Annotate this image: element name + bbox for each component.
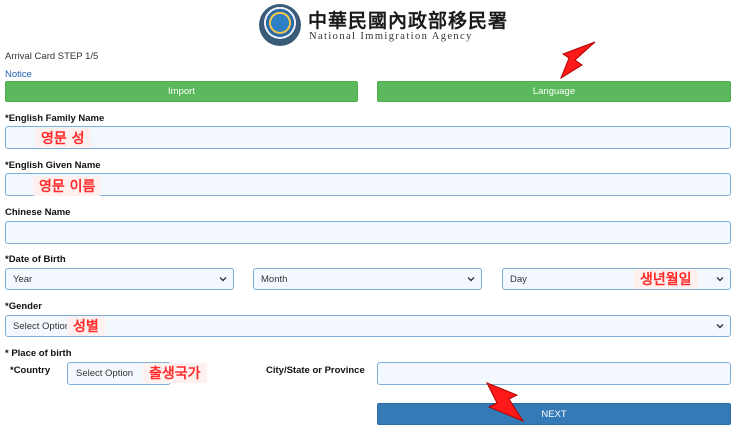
agency-name-english: National Immigration Agency (309, 31, 473, 42)
country-label: *Country (10, 365, 51, 376)
chevron-down-icon (219, 277, 227, 282)
gender-value: Select Option (13, 320, 71, 332)
dob-annotation: 생년월일 (634, 269, 698, 289)
given-name-annotation: 영문 이름 (33, 176, 102, 196)
city-label: City/State or Province (266, 365, 365, 376)
chevron-down-icon (716, 324, 724, 329)
dob-day-value: Day (510, 273, 527, 285)
agency-name-chinese: 中華民國內政部移民署 (308, 10, 509, 32)
country-annotation: 출생국가 (143, 363, 207, 383)
dob-label: *Date of Birth (5, 254, 66, 265)
family-name-label: *English Family Name (5, 113, 105, 124)
import-button[interactable]: Import (5, 81, 358, 102)
gender-label: *Gender (5, 301, 42, 312)
chevron-down-icon (716, 277, 724, 282)
agency-seal-icon (259, 4, 301, 46)
notice-link[interactable]: Notice (5, 69, 32, 80)
dob-year-value: Year (13, 273, 33, 285)
chinese-name-label: Chinese Name (5, 207, 71, 218)
gender-annotation: 성별 (67, 316, 105, 336)
red-arrow-icon (485, 382, 525, 423)
country-value: Select Option (76, 368, 134, 379)
gender-select[interactable]: Select Option (5, 315, 731, 337)
city-input[interactable] (377, 362, 731, 385)
dob-year-select[interactable]: Year (5, 268, 234, 290)
place-of-birth-label: * Place of birth (5, 348, 72, 359)
step-indicator: Arrival Card STEP 1/5 (5, 51, 99, 62)
chinese-name-input[interactable] (5, 221, 731, 244)
family-name-annotation: 영문 성 (35, 128, 91, 148)
family-name-input[interactable] (5, 126, 731, 149)
red-arrow-icon (559, 41, 596, 80)
dob-month-select[interactable]: Month (253, 268, 482, 290)
chevron-down-icon (467, 277, 475, 282)
given-name-label: *English Given Name (5, 160, 101, 171)
next-button[interactable]: NEXT (377, 403, 731, 425)
language-button[interactable]: Language (377, 81, 731, 102)
given-name-input[interactable] (5, 173, 731, 196)
dob-month-value: Month (261, 273, 288, 285)
